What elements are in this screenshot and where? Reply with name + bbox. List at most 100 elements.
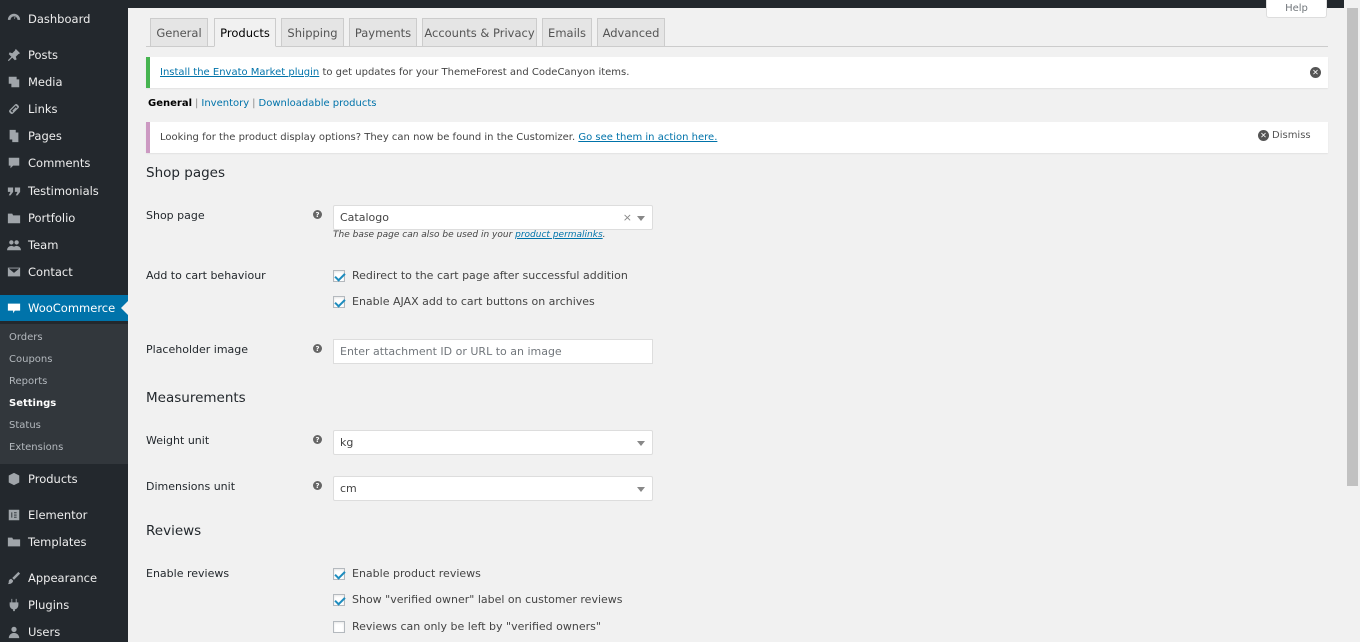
help-tip-icon[interactable]: ? [313, 435, 322, 444]
submenu-item-reports[interactable]: Reports [9, 376, 47, 387]
sidebar-label: Posts [28, 47, 59, 62]
sidebar-label: Appearance [28, 570, 98, 585]
sidebar-item-contact[interactable]: Contact [0, 258, 128, 285]
redirect-checkbox[interactable] [333, 269, 345, 282]
admin-sidebar: Dashboard Posts Media Links Pages Commen… [0, 0, 128, 642]
sidebar-item-comments[interactable]: Comments [0, 149, 128, 176]
subnav-downloadable[interactable]: Downloadable products [259, 98, 377, 109]
tab-accounts-privacy[interactable]: Accounts & Privacy [422, 18, 537, 47]
sidebar-item-media[interactable]: Media [0, 68, 128, 95]
submenu-item-orders[interactable]: Orders [9, 332, 43, 343]
sidebar-item-links[interactable]: Links [0, 95, 128, 122]
weight-unit-select[interactable]: kg [333, 430, 653, 455]
product-permalinks-link[interactable]: product permalinks [515, 230, 603, 240]
media-icon [0, 75, 28, 89]
submenu-item-status[interactable]: Status [9, 420, 41, 431]
submenu-item-coupons[interactable]: Coupons [9, 354, 52, 365]
dashboard-icon [0, 12, 28, 26]
verified-only-checkbox[interactable] [333, 620, 345, 633]
tab-general[interactable]: General [150, 18, 208, 47]
sidebar-item-plugins[interactable]: Plugins [0, 591, 128, 618]
tab-payments[interactable]: Payments [349, 18, 417, 47]
sidebar-item-team[interactable]: Team [0, 231, 128, 258]
dismiss-button[interactable]: ✕ Dismiss [1258, 130, 1311, 141]
weight-unit-label: Weight unit [146, 434, 210, 447]
shop-pages-heading: Shop pages [146, 165, 225, 181]
product-reviews-label: Enable product reviews [352, 567, 481, 580]
team-icon [0, 238, 28, 252]
subnav-separator: | [195, 98, 199, 109]
desc-suffix: . [602, 230, 606, 240]
sidebar-label: Templates [28, 534, 87, 549]
quote-icon [0, 184, 28, 198]
users-icon [0, 625, 28, 639]
subnav-separator: | [252, 98, 256, 109]
tab-shipping[interactable]: Shipping [281, 18, 344, 47]
sidebar-item-pages[interactable]: Pages [0, 122, 128, 149]
placeholder-image-input[interactable] [333, 339, 653, 364]
shop-page-select[interactable]: Catalogo × [333, 205, 653, 230]
sidebar-item-dashboard[interactable]: Dashboard [0, 5, 128, 32]
chevron-down-icon [637, 487, 645, 492]
sidebar-label: Dashboard [28, 11, 91, 26]
sidebar-item-products[interactable]: Products [0, 465, 128, 492]
subnav-inventory[interactable]: Inventory [201, 98, 249, 109]
chevron-down-icon [637, 216, 645, 221]
comment-icon [0, 156, 28, 170]
tab-advanced[interactable]: Advanced [597, 18, 665, 47]
sidebar-label: Comments [28, 155, 91, 170]
shop-page-label: Shop page [146, 209, 205, 222]
sidebar-item-testimonials[interactable]: Testimonials [0, 177, 128, 204]
reviews-heading: Reviews [146, 523, 202, 539]
scrollbar-thumb[interactable] [1347, 8, 1358, 486]
sidebar-label: Elementor [28, 507, 88, 522]
close-icon[interactable]: ✕ [1310, 67, 1321, 78]
tab-emails[interactable]: Emails [542, 18, 592, 47]
box-icon [0, 472, 28, 486]
sidebar-item-appearance[interactable]: Appearance [0, 564, 128, 591]
sidebar-item-portfolio[interactable]: Portfolio [0, 204, 128, 231]
plugin-icon [0, 598, 28, 612]
customizer-notice-text: Looking for the product display options?… [160, 132, 579, 143]
sidebar-label: Testimonials [28, 183, 99, 198]
install-envato-link[interactable]: Install the Envato Market plugin [160, 67, 319, 78]
dimensions-unit-label: Dimensions unit [146, 480, 236, 493]
sidebar-item-users[interactable]: Users [0, 618, 128, 642]
sidebar-item-templates[interactable]: Templates [0, 528, 128, 555]
verified-label-checkbox[interactable] [333, 593, 345, 606]
envato-notice-text: to get updates for your ThemeForest and … [319, 67, 630, 78]
help-tip-icon[interactable]: ? [313, 210, 322, 219]
ajax-checkbox-row[interactable]: Enable AJAX add to cart buttons on archi… [333, 295, 595, 308]
sidebar-item-posts[interactable]: Posts [0, 41, 128, 68]
help-tip-icon[interactable]: ? [313, 344, 322, 353]
tab-products[interactable]: Products [214, 18, 276, 47]
ajax-checkbox[interactable] [333, 295, 345, 308]
brush-icon [0, 571, 28, 585]
help-tab[interactable]: Help [1266, 0, 1327, 18]
sidebar-label: Products [28, 471, 78, 486]
subnav-general[interactable]: General [148, 98, 192, 109]
sidebar-label: Users [28, 624, 61, 639]
sidebar-label: Plugins [28, 597, 70, 612]
portfolio-icon [0, 211, 28, 225]
product-reviews-checkbox-row[interactable]: Enable product reviews [333, 567, 481, 580]
sidebar-item-woocommerce[interactable]: WooCommerce [0, 295, 128, 321]
measurements-heading: Measurements [146, 390, 246, 406]
envato-notice: Install the Envato Market plugin to get … [146, 57, 1328, 88]
sidebar-label: Links [28, 101, 58, 116]
link-icon [0, 102, 28, 116]
elementor-icon [0, 508, 28, 522]
verified-label-checkbox-row[interactable]: Show "verified owner" label on customer … [333, 593, 623, 606]
submenu-item-extensions[interactable]: Extensions [9, 442, 63, 453]
redirect-checkbox-row[interactable]: Redirect to the cart page after successf… [333, 269, 628, 282]
submenu-item-settings[interactable]: Settings [9, 398, 56, 409]
admin-bar [0, 0, 1360, 8]
help-tip-icon[interactable]: ? [313, 481, 322, 490]
desc-prefix: The base page can also be used in your [333, 230, 516, 240]
dimensions-unit-select[interactable]: cm [333, 476, 653, 501]
sidebar-item-elementor[interactable]: Elementor [0, 501, 128, 528]
product-reviews-checkbox[interactable] [333, 567, 345, 580]
clear-icon[interactable]: × [623, 211, 632, 224]
verified-only-checkbox-row[interactable]: Reviews can only be left by "verified ow… [333, 620, 601, 633]
customizer-link[interactable]: Go see them in action here. [578, 132, 717, 143]
